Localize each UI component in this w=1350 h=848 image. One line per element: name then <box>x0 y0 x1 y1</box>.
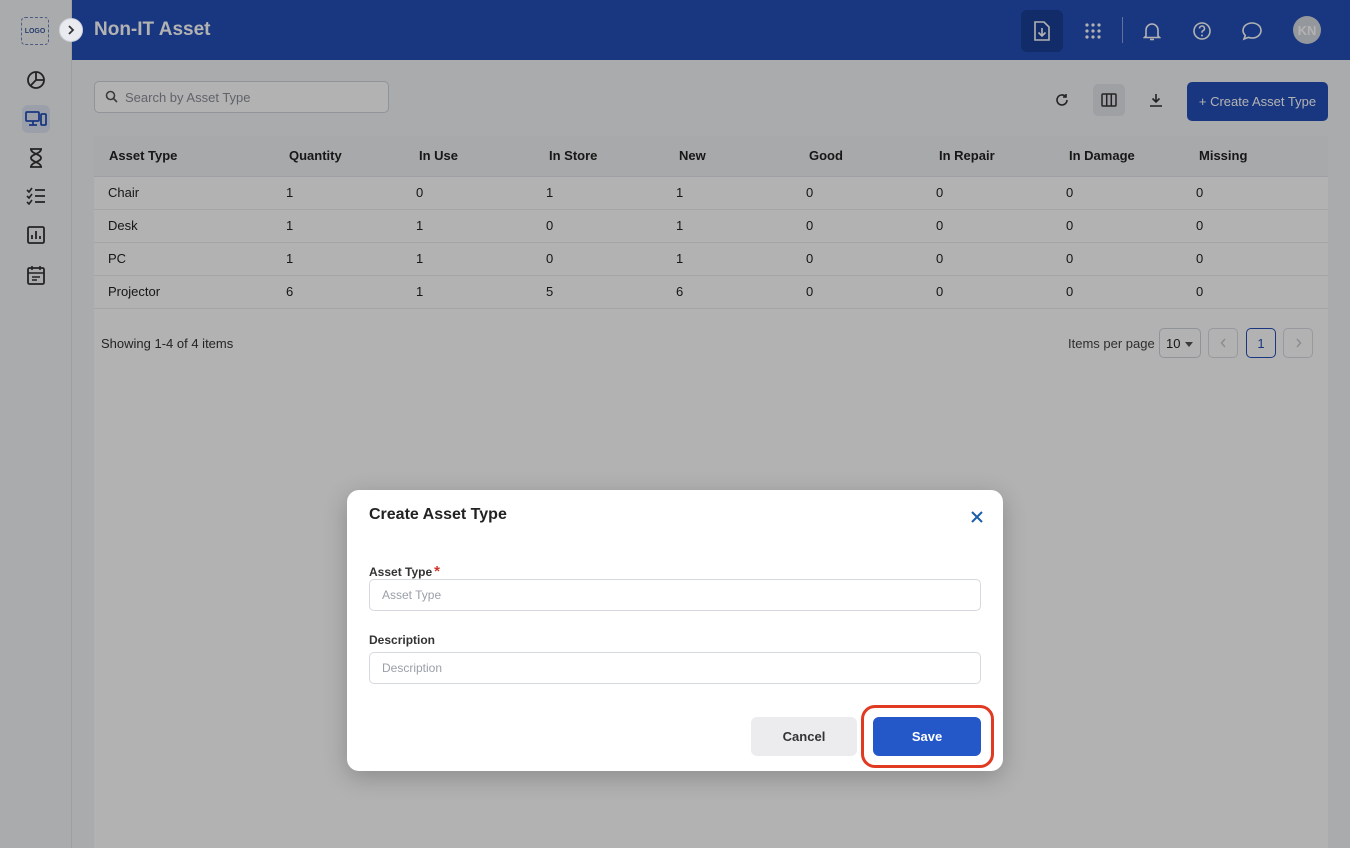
asset-type-label: Asset Type * <box>369 563 440 580</box>
save-highlight-annotation <box>861 705 994 768</box>
description-label: Description <box>369 633 436 647</box>
close-button[interactable] <box>967 507 987 527</box>
chevron-right-icon <box>68 25 75 35</box>
required-asterisk: * <box>434 563 440 580</box>
description-input[interactable] <box>369 652 981 684</box>
cancel-button[interactable]: Cancel <box>751 717 857 756</box>
close-icon <box>971 511 983 523</box>
dialog-title: Create Asset Type <box>369 506 507 523</box>
asset-type-input[interactable] <box>369 579 981 611</box>
sidebar-expand-button[interactable] <box>59 18 83 42</box>
asset-type-label-text: Asset Type <box>369 565 433 579</box>
